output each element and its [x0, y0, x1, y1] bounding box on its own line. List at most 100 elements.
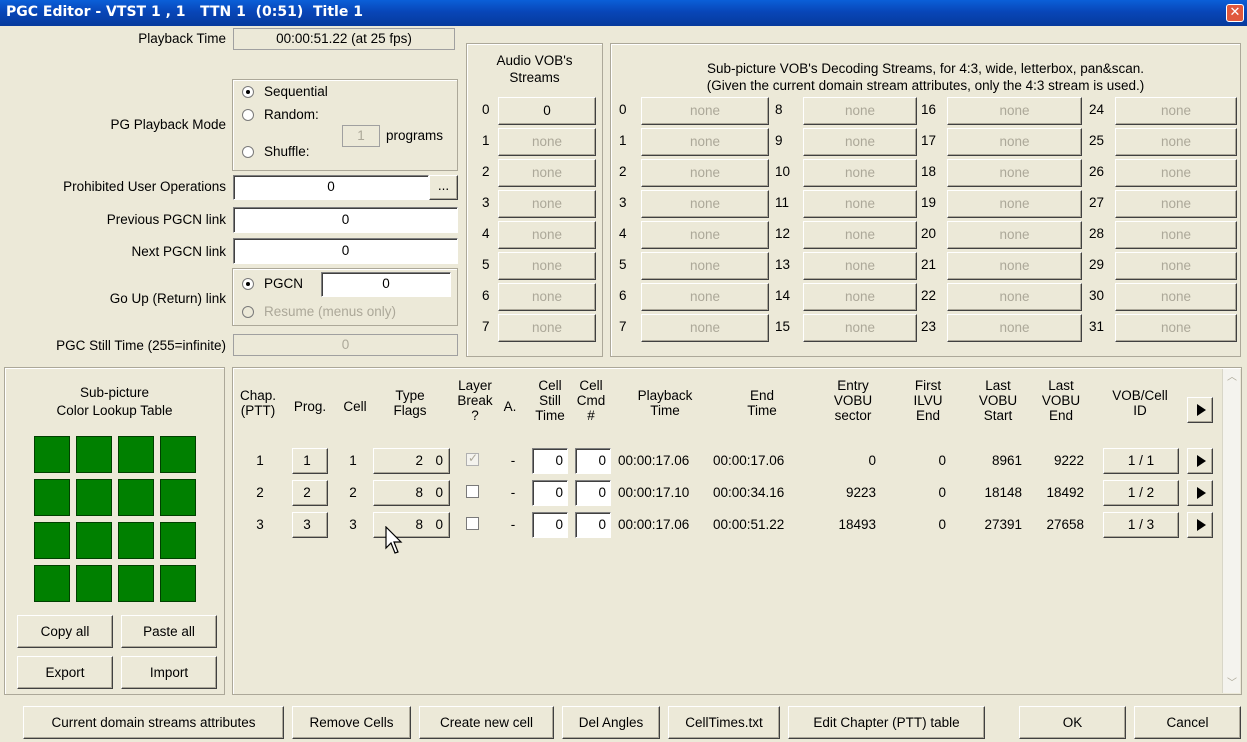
subpicture-stream-button[interactable]: none	[1115, 221, 1237, 249]
subpicture-stream-button[interactable]: none	[1115, 97, 1237, 125]
prev-pgcn-input[interactable]: 0	[233, 207, 458, 233]
color-swatch[interactable]	[118, 565, 154, 602]
subpicture-stream-button[interactable]: none	[947, 221, 1082, 249]
audio-stream-button[interactable]: none	[498, 190, 596, 218]
color-swatch[interactable]	[76, 522, 112, 559]
cell-cmd-input[interactable]: 0	[575, 448, 611, 474]
subpicture-stream-button[interactable]: none	[803, 190, 917, 218]
audio-stream-button[interactable]: none	[498, 221, 596, 249]
color-swatch[interactable]	[34, 436, 70, 473]
color-swatch[interactable]	[34, 479, 70, 516]
create-new-cell-button[interactable]: Create new cell	[419, 706, 554, 739]
subpicture-stream-button[interactable]: none	[803, 159, 917, 187]
subpicture-stream-button[interactable]: none	[947, 314, 1082, 342]
color-swatch[interactable]	[160, 522, 196, 559]
cell-cmd-input[interactable]: 0	[575, 512, 611, 538]
subpicture-stream-button[interactable]: none	[947, 283, 1082, 311]
cell-table-scrollbar[interactable]: ︿ ﹀	[1222, 369, 1240, 693]
subpicture-stream-button[interactable]: none	[641, 190, 769, 218]
subpicture-stream-button[interactable]: none	[947, 159, 1082, 187]
color-swatch[interactable]	[118, 436, 154, 473]
sequential-radio[interactable]	[242, 86, 254, 98]
subpicture-stream-button[interactable]: none	[1115, 314, 1237, 342]
subpicture-stream-button[interactable]: none	[641, 159, 769, 187]
current-domain-streams-button[interactable]: Current domain streams attributes	[23, 706, 284, 739]
cell-still-time-input[interactable]: 0	[532, 512, 568, 538]
subpicture-stream-button[interactable]: none	[641, 97, 769, 125]
vob-cell-id-button[interactable]: 1 / 3	[1103, 512, 1179, 538]
color-swatch[interactable]	[118, 522, 154, 559]
layer-break-checkbox[interactable]	[466, 485, 479, 498]
audio-stream-button[interactable]: none	[498, 283, 596, 311]
subpicture-stream-button[interactable]: none	[803, 283, 917, 311]
type-flags-button[interactable]: 80	[373, 480, 450, 506]
random-radio[interactable]	[242, 109, 254, 121]
row-arrow-button[interactable]	[1187, 480, 1213, 506]
subpicture-stream-button[interactable]: none	[803, 314, 917, 342]
color-swatch[interactable]	[160, 565, 196, 602]
audio-stream-button[interactable]: none	[498, 128, 596, 156]
subpicture-stream-button[interactable]: none	[641, 221, 769, 249]
layer-break-checkbox[interactable]: ✓	[466, 451, 479, 466]
subpicture-stream-button[interactable]: none	[947, 252, 1082, 280]
vob-cell-id-button[interactable]: 1 / 2	[1103, 480, 1179, 506]
cancel-button[interactable]: Cancel	[1134, 706, 1241, 739]
color-swatch[interactable]	[76, 565, 112, 602]
export-button[interactable]: Export	[17, 656, 113, 689]
prohibited-ops-more-button[interactable]: ...	[429, 175, 458, 200]
cell-cmd-input[interactable]: 0	[575, 480, 611, 506]
scroll-up-icon[interactable]: ︿	[1224, 370, 1240, 386]
color-swatch[interactable]	[118, 479, 154, 516]
paste-all-button[interactable]: Paste all	[121, 615, 217, 648]
audio-stream-button[interactable]: none	[498, 159, 596, 187]
layer-break-checkbox[interactable]	[466, 517, 479, 530]
shuffle-radio[interactable]	[242, 146, 254, 158]
color-swatch[interactable]	[76, 479, 112, 516]
celltimes-button[interactable]: CellTimes.txt	[668, 706, 780, 739]
subpicture-stream-button[interactable]: none	[803, 221, 917, 249]
prohibited-ops-input[interactable]: 0	[233, 175, 429, 200]
still-time-input[interactable]: 0	[233, 334, 458, 356]
go-up-pgcn-input[interactable]: 0	[321, 272, 451, 297]
subpicture-stream-button[interactable]: none	[641, 314, 769, 342]
subpicture-stream-button[interactable]: none	[1115, 190, 1237, 218]
subpicture-stream-button[interactable]: none	[641, 252, 769, 280]
audio-stream-button[interactable]: none	[498, 314, 596, 342]
cell-still-time-input[interactable]: 0	[532, 480, 568, 506]
del-angles-button[interactable]: Del Angles	[562, 706, 660, 739]
type-flags-button[interactable]: 20	[373, 448, 450, 474]
vob-cell-id-button[interactable]: 1 / 1	[1103, 448, 1179, 474]
subpicture-stream-button[interactable]: none	[1115, 159, 1237, 187]
row-arrow-button[interactable]	[1187, 448, 1213, 474]
subpicture-stream-button[interactable]: none	[803, 97, 917, 125]
resume-radio[interactable]	[242, 306, 254, 318]
edit-chapter-table-button[interactable]: Edit Chapter (PTT) table	[788, 706, 985, 739]
remove-cells-button[interactable]: Remove Cells	[292, 706, 411, 739]
cell-still-time-input[interactable]: 0	[532, 448, 568, 474]
programs-count-input[interactable]: 1	[342, 125, 380, 147]
ok-button[interactable]: OK	[1019, 706, 1126, 739]
color-swatch[interactable]	[76, 436, 112, 473]
color-swatch[interactable]	[34, 522, 70, 559]
row-arrow-button[interactable]	[1187, 512, 1213, 538]
audio-stream-button[interactable]: 0	[498, 97, 596, 125]
subpicture-stream-button[interactable]: none	[1115, 128, 1237, 156]
subpicture-stream-button[interactable]: none	[641, 283, 769, 311]
scroll-down-icon[interactable]: ﹀	[1224, 676, 1240, 692]
subpicture-stream-button[interactable]: none	[947, 128, 1082, 156]
subpicture-stream-button[interactable]: none	[641, 128, 769, 156]
subpicture-stream-button[interactable]: none	[947, 190, 1082, 218]
color-swatch[interactable]	[160, 436, 196, 473]
program-button[interactable]: 2	[292, 480, 328, 506]
subpicture-stream-button[interactable]: none	[1115, 252, 1237, 280]
header-arrow-button[interactable]	[1187, 397, 1213, 423]
import-button[interactable]: Import	[121, 656, 217, 689]
copy-all-button[interactable]: Copy all	[17, 615, 113, 648]
next-pgcn-input[interactable]: 0	[233, 238, 458, 264]
audio-stream-button[interactable]: none	[498, 252, 596, 280]
program-button[interactable]: 3	[292, 512, 328, 538]
color-swatch[interactable]	[34, 565, 70, 602]
subpicture-stream-button[interactable]: none	[803, 128, 917, 156]
subpicture-stream-button[interactable]: none	[947, 97, 1082, 125]
go-up-pgcn-radio[interactable]	[242, 278, 254, 290]
